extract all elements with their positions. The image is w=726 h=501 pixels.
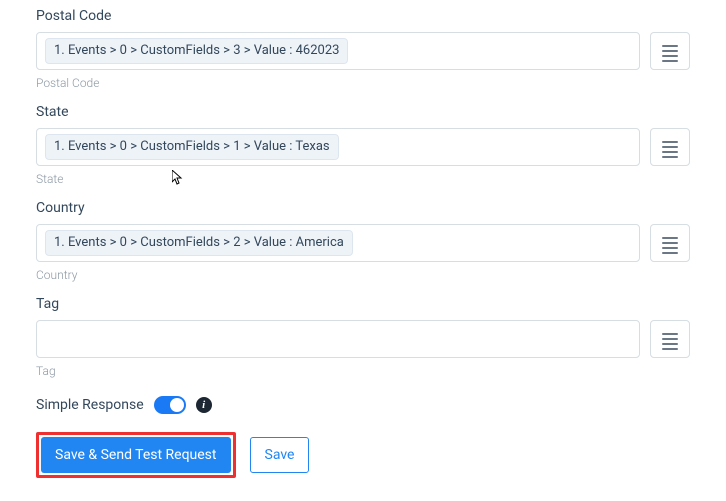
help-country: Country	[36, 268, 690, 282]
help-tag: Tag	[36, 364, 690, 378]
label-tag: Tag	[36, 296, 690, 312]
toggle-handle	[170, 398, 184, 412]
chip-country[interactable]: 1. Events > 0 > CustomFields > 2 > Value…	[45, 230, 353, 257]
field-country: Country 1. Events > 0 > CustomFields > 2…	[36, 200, 690, 282]
save-button[interactable]: Save	[250, 437, 310, 473]
simple-response-toggle[interactable]	[154, 396, 186, 414]
info-icon[interactable]: i	[196, 397, 212, 413]
simple-response-label: Simple Response	[36, 397, 144, 413]
label-postal-code: Postal Code	[36, 8, 690, 24]
help-state: State	[36, 172, 690, 186]
help-postal-code: Postal Code	[36, 76, 690, 90]
hamburger-icon	[662, 333, 678, 345]
field-state: State 1. Events > 0 > CustomFields > 1 >…	[36, 104, 690, 186]
simple-response-row: Simple Response i	[36, 396, 690, 414]
chip-state[interactable]: 1. Events > 0 > CustomFields > 1 > Value…	[45, 134, 339, 161]
input-state[interactable]: 1. Events > 0 > CustomFields > 1 > Value…	[36, 128, 640, 166]
menu-button-state[interactable]	[650, 128, 690, 166]
label-country: Country	[36, 200, 690, 216]
button-row: Save & Send Test Request Save	[36, 432, 690, 478]
hamburger-icon	[662, 45, 678, 57]
input-postal-code[interactable]: 1. Events > 0 > CustomFields > 3 > Value…	[36, 32, 640, 70]
field-postal-code: Postal Code 1. Events > 0 > CustomFields…	[36, 8, 690, 90]
chip-postal-code[interactable]: 1. Events > 0 > CustomFields > 3 > Value…	[45, 38, 348, 65]
menu-button-postal-code[interactable]	[650, 32, 690, 70]
hamburger-icon	[662, 141, 678, 153]
input-tag[interactable]	[36, 320, 640, 358]
menu-button-country[interactable]	[650, 224, 690, 262]
label-state: State	[36, 104, 690, 120]
highlight-save-send: Save & Send Test Request	[36, 432, 236, 478]
field-tag: Tag Tag	[36, 296, 690, 378]
menu-button-tag[interactable]	[650, 320, 690, 358]
hamburger-icon	[662, 237, 678, 249]
save-send-test-button[interactable]: Save & Send Test Request	[41, 437, 231, 473]
input-country[interactable]: 1. Events > 0 > CustomFields > 2 > Value…	[36, 224, 640, 262]
